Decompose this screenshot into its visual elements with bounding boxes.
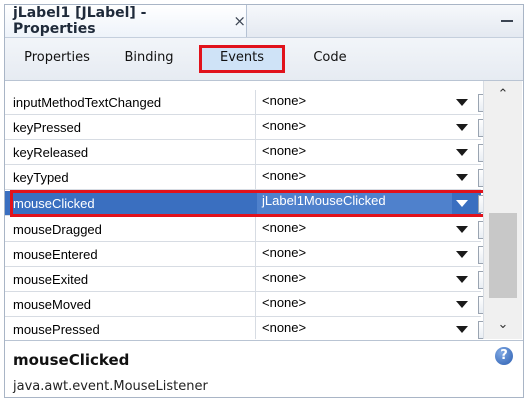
event-row[interactable]: keyTyped <none> ... (5, 165, 495, 190)
event-handler-value[interactable]: <none> (262, 90, 306, 114)
event-name: mouseEntered (13, 247, 98, 262)
dropdown-arrow-icon[interactable] (456, 149, 468, 156)
event-handler-value[interactable]: jLabel1MouseClicked (257, 191, 452, 215)
dropdown-arrow-icon[interactable] (456, 251, 468, 258)
tab-properties[interactable]: Properties (13, 47, 101, 69)
event-handler-value[interactable]: <none> (262, 165, 306, 189)
event-row[interactable]: mouseDragged <none> ... (5, 217, 495, 242)
properties-tab-header[interactable]: jLabel1 [JLabel] - Properties × (5, 5, 247, 37)
event-row[interactable]: keyReleased <none> ... (5, 140, 495, 165)
event-row-selected[interactable]: mouseClicked jLabel1MouseClicked ... (5, 191, 495, 216)
tab-code[interactable]: Code (305, 47, 355, 69)
tab-binding[interactable]: Binding (113, 47, 185, 69)
event-row[interactable]: mouseEntered <none> ... (5, 242, 495, 267)
dropdown-arrow-icon[interactable] (456, 200, 468, 207)
dropdown-arrow-icon[interactable] (456, 174, 468, 181)
column-divider (255, 242, 256, 266)
event-row[interactable]: mouseMoved <none> ... (5, 292, 495, 317)
dropdown-arrow-icon[interactable] (456, 326, 468, 333)
minimize-icon[interactable] (501, 20, 513, 22)
window-title: jLabel1 [JLabel] - Properties (13, 5, 147, 37)
event-name: keyTyped (13, 170, 69, 185)
event-handler-value[interactable]: <none> (262, 317, 306, 339)
column-divider (255, 217, 256, 241)
event-row[interactable]: inputMethodTextChanged <none> ... (5, 90, 495, 115)
column-divider (255, 90, 256, 114)
column-divider (255, 165, 256, 189)
scroll-up-icon[interactable]: ⌃ (497, 88, 509, 101)
help-icon[interactable]: ? (495, 347, 513, 365)
event-handler-value[interactable]: <none> (262, 217, 306, 241)
event-name: mouseDragged (13, 222, 102, 237)
event-handler-value[interactable]: <none> (262, 267, 306, 291)
column-divider (255, 292, 256, 316)
column-divider (255, 115, 256, 139)
event-name: mouseMoved (13, 297, 92, 312)
description-title: mouseClicked (13, 351, 130, 369)
event-name: keyReleased (13, 145, 89, 160)
event-name: keyPressed (13, 120, 81, 135)
event-handler-value[interactable]: <none> (262, 115, 306, 139)
tab-strip: Properties Binding Events Code (5, 38, 523, 81)
event-row[interactable]: mouseExited <none> ... (5, 267, 495, 292)
vertical-scrollbar[interactable]: ⌃ ⌄ (483, 81, 522, 339)
event-name: mouseClicked (13, 196, 95, 211)
description-text: java.awt.event.MouseListener (13, 379, 208, 394)
event-handler-value[interactable]: <none> (262, 140, 306, 164)
event-name: inputMethodTextChanged (13, 95, 162, 110)
event-row[interactable]: mousePressed <none> ... (5, 317, 495, 339)
title-bar: jLabel1 [JLabel] - Properties × (5, 5, 523, 38)
description-panel: mouseClicked java.awt.event.MouseListene… (5, 340, 523, 397)
event-name: mouseExited (13, 272, 89, 287)
scroll-down-icon[interactable]: ⌄ (497, 318, 509, 331)
event-handler-value[interactable]: <none> (262, 292, 306, 316)
column-divider (255, 140, 256, 164)
scroll-thumb[interactable] (489, 213, 517, 298)
close-icon[interactable]: × (233, 12, 246, 30)
dropdown-arrow-icon[interactable] (456, 226, 468, 233)
dropdown-arrow-icon[interactable] (456, 99, 468, 106)
properties-window: jLabel1 [JLabel] - Properties × Properti… (4, 4, 524, 398)
events-grid: inputMethodTextChanged <none> ... keyPre… (5, 81, 523, 339)
dropdown-arrow-icon[interactable] (456, 276, 468, 283)
tab-events[interactable]: Events (199, 45, 285, 73)
column-divider (255, 267, 256, 291)
dropdown-arrow-icon[interactable] (456, 301, 468, 308)
column-divider (255, 317, 256, 339)
event-row[interactable]: keyPressed <none> ... (5, 115, 495, 140)
event-name: mousePressed (13, 322, 100, 337)
event-handler-value[interactable]: <none> (262, 242, 306, 266)
dropdown-arrow-icon[interactable] (456, 124, 468, 131)
